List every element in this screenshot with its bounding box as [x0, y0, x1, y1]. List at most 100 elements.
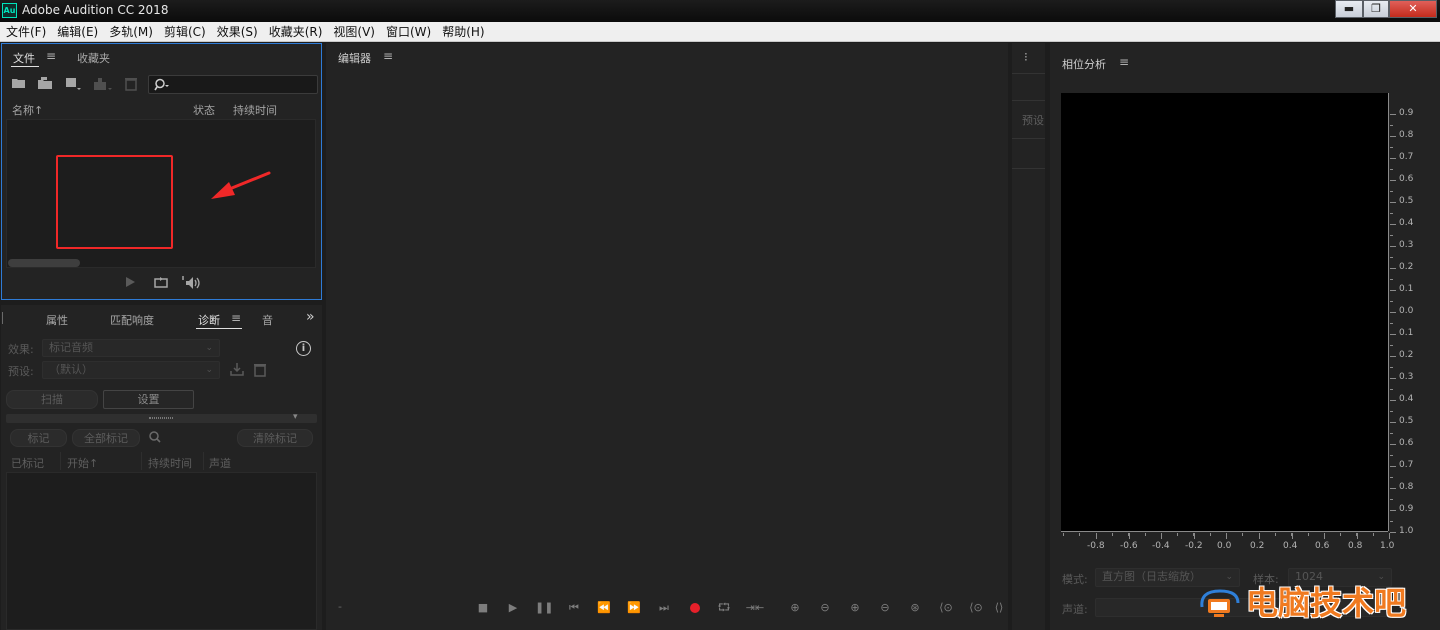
y-axis-minor-tick [1390, 411, 1393, 412]
info-icon[interactable]: i [296, 341, 311, 356]
zoom-out-amplitude-button[interactable]: ⊖ [816, 600, 834, 616]
x-axis-minor-tick [1210, 533, 1211, 536]
close-button[interactable]: ✕ [1389, 0, 1437, 18]
zoom-in-amplitude-button[interactable]: ⊕ [786, 600, 804, 616]
zoom-in-at-in-point-button[interactable]: ⟨⊙ [935, 600, 957, 616]
y-axis-tick [1390, 180, 1396, 181]
new-file-icon[interactable] [64, 76, 82, 92]
maximize-button[interactable]: ❐ [1363, 0, 1389, 18]
stop-button[interactable]: ■ [474, 600, 492, 616]
menu-view[interactable]: 视图(V) [333, 23, 375, 40]
column-header-marked[interactable]: 已标记 [11, 455, 44, 471]
y-axis-minor-tick [1390, 323, 1393, 324]
import-file-icon[interactable] [36, 76, 54, 92]
diagnostics-panel-menu-icon[interactable]: ≡ [231, 311, 241, 325]
delete-preset-icon[interactable] [252, 362, 268, 378]
zoom-out-time-button[interactable]: ⊖ [876, 600, 894, 616]
menu-edit[interactable]: 编辑(E) [57, 23, 98, 40]
skip-to-end-icon: ⏭ [659, 601, 669, 614]
tab-favorites[interactable]: 收藏夹 [77, 50, 110, 66]
minimize-button[interactable]: ▬ [1335, 0, 1363, 18]
restore-icon: ❐ [1371, 2, 1381, 15]
y-axis-tick [1390, 136, 1396, 137]
menu-favorites[interactable]: 收藏夹(R) [269, 23, 323, 40]
column-header-name[interactable]: 名称↑ [12, 102, 43, 118]
menu-help[interactable]: 帮助(H) [442, 23, 484, 40]
files-panel-menu-icon[interactable]: ≡ [46, 49, 56, 63]
column-header-start[interactable]: 开始↑ [67, 455, 98, 471]
tab-properties[interactable]: 属性 [46, 312, 68, 328]
tab-sound[interactable]: 音 [262, 312, 273, 328]
settings-button[interactable]: 设置 [103, 390, 194, 409]
y-axis-minor-tick [1390, 389, 1393, 390]
scan-button[interactable]: 扫描 [6, 390, 98, 409]
skip-selection-button[interactable]: ⇥⇤ [744, 600, 766, 616]
loop-preview-icon[interactable] [152, 276, 170, 290]
x-axis-minor-tick [1259, 533, 1260, 536]
tab-files[interactable]: 文件 [13, 50, 35, 66]
menu-file[interactable]: 文件(F) [6, 23, 46, 40]
zoom-in-at-out-point-button[interactable]: ⟨⊙ [965, 600, 987, 616]
strip-menu-icon[interactable]: ⁝ [1024, 50, 1028, 64]
rewind-button[interactable]: ⏪ [595, 600, 613, 616]
marker-list[interactable] [6, 472, 317, 630]
pause-button[interactable]: ❚❚ [535, 600, 553, 616]
y-axis-minor-tick [1390, 477, 1393, 478]
column-header-channel[interactable]: 声道 [209, 455, 231, 471]
play-preview-icon[interactable] [123, 276, 137, 290]
menu-multitrack[interactable]: 多轨(M) [109, 23, 153, 40]
loop-icon: ⮔ [717, 601, 731, 614]
x-axis-minor-tick [1161, 533, 1162, 536]
column-header-status[interactable]: 状态 [193, 102, 215, 118]
zoom-in-time-button[interactable]: ⊕ [846, 600, 864, 616]
search-icon[interactable] [148, 430, 162, 444]
autoplay-speaker-icon[interactable] [180, 275, 202, 291]
files-search-box[interactable] [148, 75, 318, 94]
insert-into-multitrack-icon[interactable] [92, 76, 114, 92]
mark-all-button[interactable]: 全部标记 [72, 429, 140, 447]
zoom-selection-button[interactable]: ⟨⟩ [990, 600, 1008, 616]
editor-panel[interactable] [326, 43, 1008, 630]
y-axis-tick [1390, 312, 1396, 313]
menu-clip[interactable]: 剪辑(C) [164, 23, 206, 40]
phase-panel-menu-icon[interactable]: ≡ [1119, 55, 1129, 69]
y-axis-tick [1390, 224, 1396, 225]
files-search-input[interactable] [173, 76, 313, 93]
editor-panel-menu-icon[interactable]: ≡ [383, 49, 393, 63]
more-tabs-chevron-icon[interactable]: » [306, 309, 315, 325]
column-divider [60, 452, 61, 470]
y-axis-tick [1390, 334, 1396, 335]
clear-marks-button[interactable]: 清除标记 [237, 429, 313, 447]
save-preset-icon[interactable] [228, 362, 246, 378]
record-button[interactable] [686, 600, 704, 616]
play-button[interactable]: ▶ [504, 600, 522, 616]
go-to-end-button[interactable]: ⏭ [655, 600, 673, 616]
panel-tab-overflow-left[interactable] [2, 312, 5, 324]
loop-playback-button[interactable]: ⮔ [715, 600, 733, 616]
x-axis-label: 0.4 [1283, 541, 1298, 551]
go-to-start-button[interactable]: ⏮ [565, 600, 583, 616]
effect-dropdown[interactable]: 标记音频 ⌄ [42, 339, 220, 357]
preset-dropdown[interactable]: （默认） ⌄ [42, 361, 220, 379]
options-collapse-bar[interactable]: ▾ [6, 412, 317, 423]
menu-effects[interactable]: 效果(S) [217, 23, 258, 40]
tab-match-loudness[interactable]: 匹配响度 [110, 312, 154, 328]
column-header-duration[interactable]: 持续时间 [233, 102, 277, 118]
mark-button[interactable]: 标记 [10, 429, 67, 447]
zoom-out-full-button[interactable]: ⊛ [906, 600, 924, 616]
delete-icon[interactable] [123, 76, 139, 92]
phase-display[interactable] [1061, 93, 1388, 531]
open-folder-icon[interactable] [10, 76, 28, 92]
y-axis-label: 0.5 [1399, 416, 1414, 426]
y-axis-label: 0.4 [1399, 394, 1414, 404]
file-list-scrollbar[interactable] [8, 259, 80, 267]
tab-diagnostics[interactable]: 诊断 [198, 312, 220, 328]
menu-window[interactable]: 窗口(W) [386, 23, 431, 40]
y-axis-minor-tick [1390, 213, 1393, 214]
fast-forward-button[interactable]: ⏩ [625, 600, 643, 616]
y-axis-tick [1390, 510, 1396, 511]
active-tab-underline [196, 328, 242, 329]
sort-ascending-icon: ↑ [89, 457, 99, 470]
column-header-duration[interactable]: 持续时间 [148, 455, 192, 471]
record-icon [690, 603, 700, 613]
